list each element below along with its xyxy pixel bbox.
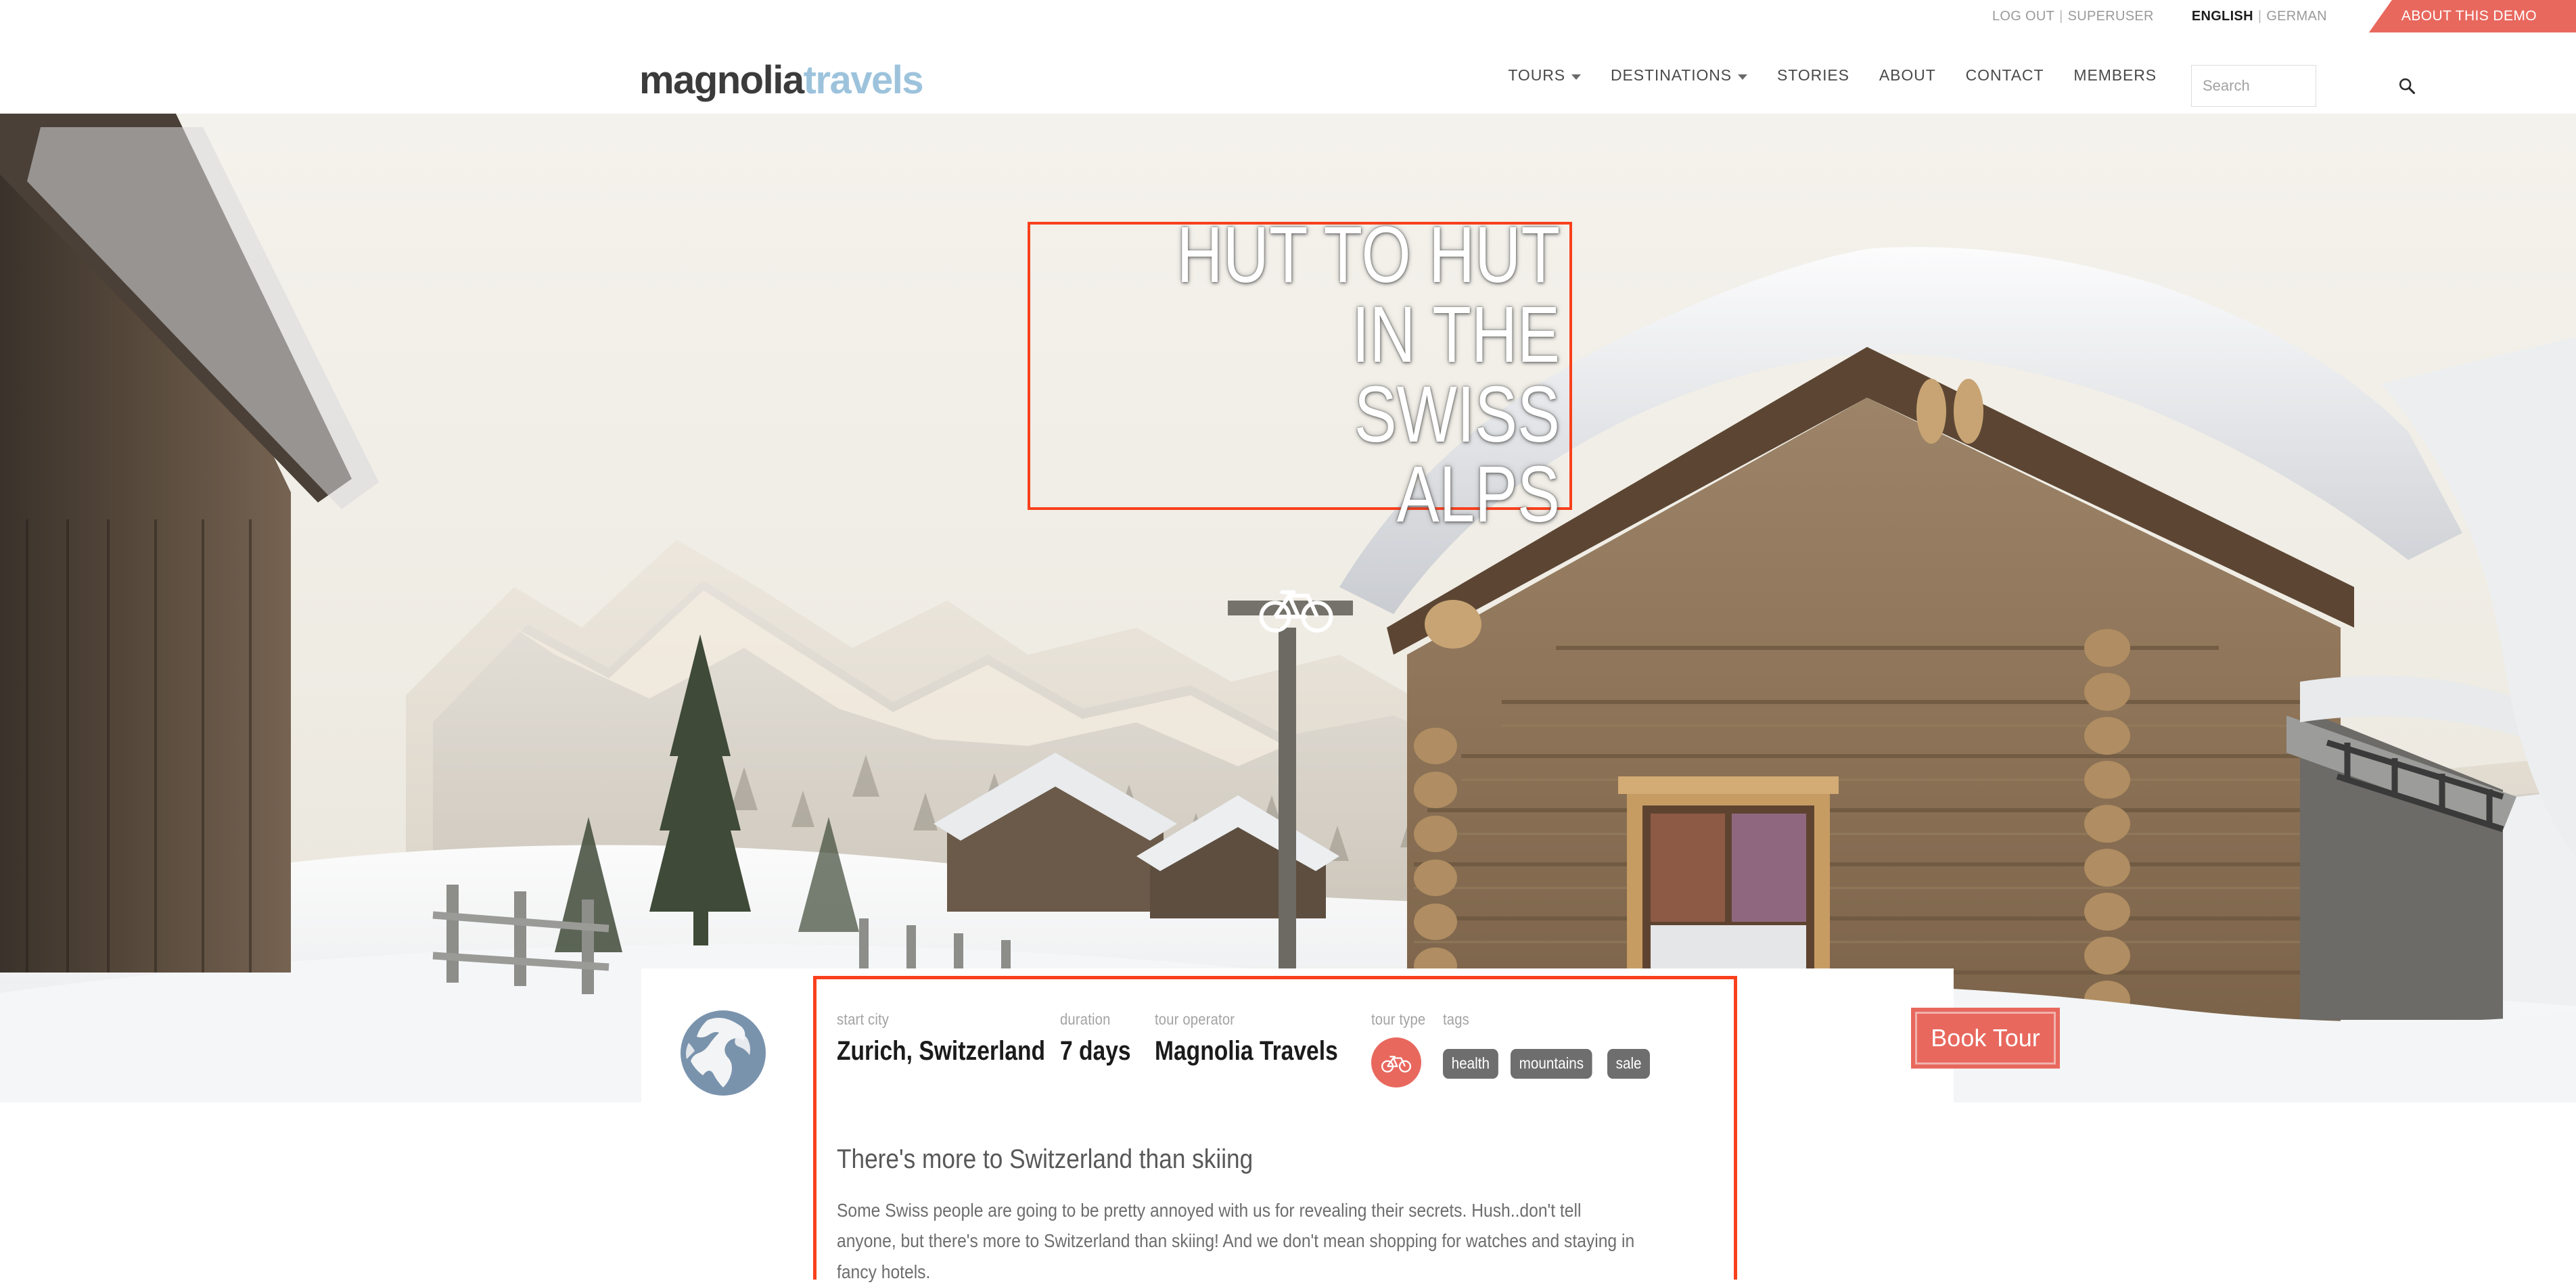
chevron-down-icon bbox=[1571, 74, 1581, 80]
hero-title: HUT TO HUT IN THE SWISS ALPS bbox=[1176, 210, 1560, 539]
tour-description: There's more to Switzerland than skiing … bbox=[837, 1146, 1716, 1287]
search-input[interactable] bbox=[2203, 77, 2397, 95]
meta-tags: tags health mountains sale bbox=[1443, 1010, 1673, 1079]
nav-item-contact[interactable]: CONTACT bbox=[1966, 66, 2044, 85]
bicycle-icon bbox=[1381, 1056, 1411, 1073]
tour-info-card: start city Zurich, Switzerland duration … bbox=[641, 968, 2060, 1282]
meta-label-duration: duration bbox=[1060, 1010, 1111, 1028]
nav-item-about[interactable]: ABOUT bbox=[1879, 66, 1936, 85]
nav-label-tours: TOURS bbox=[1508, 66, 1565, 84]
log-out-link[interactable]: LOG OUT bbox=[1992, 9, 2054, 24]
nav-label-destinations: DESTINATIONS bbox=[1610, 66, 1732, 84]
meta-duration: duration 7 days bbox=[1060, 1010, 1155, 1064]
description-title: There's more to Switzerland than skiing bbox=[837, 1144, 1254, 1174]
globe-icon bbox=[681, 1010, 766, 1096]
meta-tour-type: tour type bbox=[1371, 1010, 1443, 1087]
meta-label-tour-type: tour type bbox=[1371, 1010, 1426, 1028]
logo-text-travels: travels bbox=[803, 58, 924, 102]
superuser-link[interactable]: SUPERUSER bbox=[2068, 9, 2154, 24]
search-icon[interactable] bbox=[2397, 76, 2416, 95]
tag-item[interactable]: health bbox=[1443, 1049, 1498, 1079]
meta-value-duration: 7 days bbox=[1060, 1036, 1131, 1066]
site-logo[interactable]: magnoliatravels bbox=[639, 58, 924, 102]
meta-tour-operator: tour operator Magnolia Travels bbox=[1155, 1010, 1371, 1064]
search-box[interactable] bbox=[2191, 65, 2416, 107]
description-body: Some Swiss people are going to be pretty… bbox=[837, 1200, 1635, 1282]
hero-title-selection-box[interactable]: HUT TO HUT IN THE SWISS ALPS bbox=[1028, 215, 1572, 534]
chevron-down-icon bbox=[1738, 74, 1748, 80]
account-separator: | bbox=[2059, 8, 2063, 24]
nav-item-destinations[interactable]: DESTINATIONS bbox=[1610, 66, 1748, 85]
meta-label-start-city: start city bbox=[837, 1010, 890, 1028]
meta-start-city: start city Zurich, Switzerland bbox=[837, 1010, 1060, 1064]
tag-item[interactable]: sale bbox=[1607, 1049, 1650, 1079]
account-links: LOG OUT | SUPERUSER bbox=[1992, 9, 2154, 24]
nav-item-members[interactable]: MEMBERS bbox=[2073, 66, 2157, 85]
book-tour-button[interactable]: Book Tour bbox=[1911, 1008, 2060, 1069]
hero-banner: HUT TO HUT IN THE SWISS ALPS bbox=[0, 114, 2576, 1102]
site-header: magnoliatravels TOURS DESTINATIONS STORI… bbox=[0, 32, 2576, 114]
tag-list: health mountains sale bbox=[1443, 1049, 1673, 1079]
utility-bar: LOG OUT | SUPERUSER ENGLISH | GERMAN ABO… bbox=[0, 0, 2576, 32]
language-english[interactable]: ENGLISH bbox=[2192, 9, 2253, 24]
tag-item[interactable]: mountains bbox=[1510, 1049, 1592, 1079]
meta-label-tour-operator: tour operator bbox=[1155, 1010, 1235, 1028]
language-separator: | bbox=[2257, 8, 2262, 24]
logo-text-magnolia: magnolia bbox=[639, 58, 804, 102]
meta-value-start-city: Zurich, Switzerland bbox=[837, 1036, 1046, 1066]
nav-item-stories[interactable]: STORIES bbox=[1777, 66, 1849, 85]
tour-meta-row: start city Zurich, Switzerland duration … bbox=[837, 1010, 1673, 1087]
nav-item-tours[interactable]: TOURS bbox=[1508, 66, 1581, 85]
about-this-demo-tab[interactable]: ABOUT THIS DEMO bbox=[2368, 0, 2576, 32]
meta-value-tour-operator: Magnolia Travels bbox=[1155, 1036, 1338, 1066]
tour-type-badge[interactable] bbox=[1371, 1037, 1421, 1087]
main-navigation: TOURS DESTINATIONS STORIES ABOUT CONTACT… bbox=[1508, 66, 2157, 85]
language-switcher: ENGLISH | GERMAN bbox=[2192, 9, 2327, 24]
language-german[interactable]: GERMAN bbox=[2266, 9, 2327, 24]
meta-label-tags: tags bbox=[1443, 1010, 1469, 1028]
